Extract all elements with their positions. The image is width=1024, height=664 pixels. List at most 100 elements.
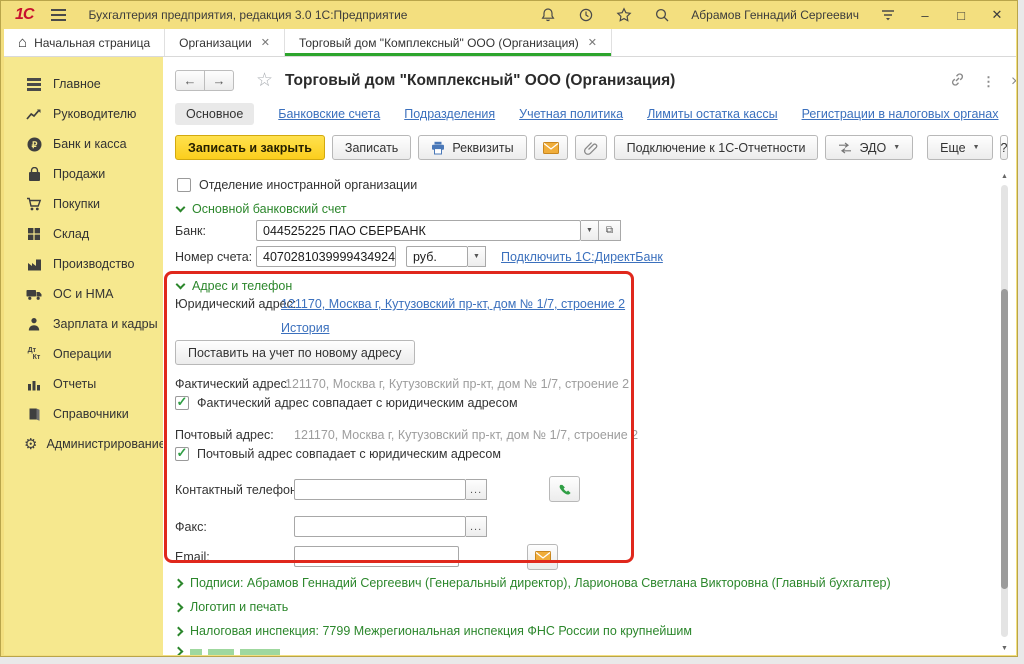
fax-input[interactable] — [294, 516, 466, 537]
send-email-row-button[interactable] — [527, 544, 558, 570]
maximize-button[interactable]: □ — [953, 8, 969, 23]
edo-button[interactable]: ЭДО ▼ — [825, 135, 913, 160]
address-section-header[interactable]: Адрес и телефон — [177, 279, 292, 293]
sidebar-item-purchases[interactable]: Покупки — [4, 189, 163, 219]
sidebar-item-fixed-assets[interactable]: ОС и НМА — [4, 279, 163, 309]
history-icon[interactable] — [577, 6, 595, 24]
factory-icon — [24, 258, 44, 271]
bank-input[interactable]: 044525225 ПАО СБЕРБАНК — [256, 220, 581, 241]
call-phone-button[interactable] — [549, 476, 580, 502]
nav-link-accounting-policy[interactable]: Учетная политика — [519, 107, 623, 121]
bar-chart-icon — [24, 378, 44, 391]
tab-home-label: Начальная страница — [34, 36, 150, 50]
account-number-label: Номер счета: — [175, 250, 252, 264]
help-button[interactable]: ? — [1000, 135, 1009, 160]
back-button[interactable]: ← — [175, 70, 205, 91]
send-email-button[interactable] — [534, 135, 568, 160]
tab-bar: ⌂ Начальная страница Организации ✕ Торго… — [4, 29, 1016, 57]
sidebar-item-sales[interactable]: Продажи — [4, 159, 163, 189]
nav-link-main[interactable]: Основное — [175, 103, 254, 125]
scroll-up-arrow[interactable]: ▲ — [999, 171, 1010, 182]
directbank-link[interactable]: Подключить 1С:ДиректБанк — [501, 250, 663, 264]
sidebar-item-production[interactable]: Производство — [4, 249, 163, 279]
tax-inspection-section-header[interactable]: Налоговая инспекция: 7799 Межрегиональна… — [177, 624, 692, 638]
current-user[interactable]: Абрамов Геннадий Сергеевич — [691, 8, 859, 22]
fax-choose-button[interactable]: ... — [466, 516, 487, 537]
tab-home[interactable]: ⌂ Начальная страница — [4, 29, 165, 56]
legal-address-link[interactable]: 121170, Москва г, Кутузовский пр-кт, дом… — [281, 297, 625, 311]
account-number-input[interactable]: 40702810399994349242 — [256, 246, 396, 267]
favorites-star-icon[interactable] — [615, 6, 633, 24]
connect-1c-reporting-button[interactable]: Подключение к 1С-Отчетности — [614, 135, 819, 160]
sidebar-item-bank-cash[interactable]: ₽ Банк и касса — [4, 129, 163, 159]
phone-label: Контактный телефон: — [175, 483, 300, 497]
favorite-star-icon[interactable]: ☆ — [256, 69, 273, 92]
shopping-cart-icon — [24, 197, 44, 211]
sidebar-item-operations[interactable]: ДтКт Операции — [4, 339, 163, 369]
main-menu-icon[interactable] — [51, 9, 66, 11]
app-title: Бухгалтерия предприятия, редакция 3.0 1С… — [88, 8, 407, 22]
postal-equals-legal-label: Почтовый адрес совпадает с юридическим а… — [197, 447, 501, 461]
sidebar-item-administration[interactable]: ⚙ Администрирование — [4, 429, 163, 459]
more-actions-dots-icon[interactable]: ⋮ — [982, 74, 995, 90]
nav-link-tax-registrations[interactable]: Регистрации в налоговых органах — [802, 107, 999, 121]
svg-text:₽: ₽ — [31, 140, 37, 150]
minimize-button[interactable]: – — [917, 8, 933, 23]
sidebar-item-warehouse[interactable]: Склад — [4, 219, 163, 249]
save-button[interactable]: Записать — [332, 135, 411, 160]
signatures-section-header[interactable]: Подписи: Абрамов Геннадий Сергеевич (Ген… — [177, 576, 891, 590]
sidebar-item-reports[interactable]: Отчеты — [4, 369, 163, 399]
collapsed-section-partial[interactable] — [177, 648, 280, 655]
currency-dropdown-button[interactable]: ▼ — [468, 246, 486, 267]
more-button[interactable]: Еще ▼ — [927, 135, 992, 160]
save-and-close-button[interactable]: Записать и закрыть — [175, 135, 325, 160]
history-link[interactable]: История — [281, 321, 329, 335]
trend-chart-icon — [24, 108, 44, 121]
forward-button[interactable]: → — [204, 70, 234, 91]
nav-link-departments[interactable]: Подразделения — [404, 107, 495, 121]
phone-choose-button[interactable]: ... — [466, 479, 487, 500]
bank-dropdown-button[interactable]: ▼ — [581, 220, 599, 241]
chevron-down-icon — [176, 203, 186, 213]
bank-open-button[interactable]: ⧉ — [599, 220, 621, 241]
tab-organizations-label: Организации — [179, 36, 252, 50]
tab-organizations[interactable]: Организации ✕ — [165, 29, 285, 56]
get-link-icon[interactable] — [949, 71, 966, 93]
attachments-button[interactable] — [575, 135, 607, 160]
sidebar: Главное Руководителю ₽ Банк и касса Прод… — [4, 57, 163, 655]
close-tab-icon[interactable]: ✕ — [261, 36, 270, 49]
bank-section-header[interactable]: Основной банковский счет — [177, 202, 347, 216]
phone-icon — [557, 482, 572, 497]
sidebar-item-directories[interactable]: Справочники — [4, 399, 163, 429]
search-icon[interactable] — [653, 6, 671, 24]
sidebar-item-manager[interactable]: Руководителю — [4, 99, 163, 129]
phone-input[interactable] — [294, 479, 466, 500]
scrollbar-thumb[interactable] — [1001, 289, 1008, 589]
nav-link-bank-accounts[interactable]: Банковские счета — [278, 107, 380, 121]
register-new-address-button[interactable]: Поставить на учет по новому адресу — [175, 340, 415, 365]
close-window-button[interactable]: ✕ — [989, 7, 1005, 23]
currency-select[interactable]: руб. — [406, 246, 468, 267]
chevron-right-icon — [174, 578, 184, 588]
logo-stamp-section-header[interactable]: Логотип и печать — [177, 600, 288, 614]
chevron-right-icon — [174, 602, 184, 612]
sidebar-item-main[interactable]: Главное — [4, 69, 163, 99]
tab-organization-card[interactable]: Торговый дом "Комплексный" ООО (Организа… — [285, 29, 612, 56]
sidebar-item-payroll-hr[interactable]: Зарплата и кадры — [4, 309, 163, 339]
notifications-bell-icon[interactable] — [539, 6, 557, 24]
close-tab-icon[interactable]: ✕ — [588, 36, 597, 49]
person-icon — [24, 317, 44, 331]
service-menu-icon[interactable] — [879, 6, 897, 24]
postal-equals-legal-checkbox[interactable]: ✓ — [175, 447, 189, 461]
scroll-down-arrow[interactable]: ▼ — [999, 643, 1010, 654]
shopping-bag-icon — [24, 167, 44, 182]
close-form-icon[interactable]: × — [1011, 73, 1016, 91]
book-icon — [24, 407, 44, 421]
email-input[interactable] — [294, 546, 459, 567]
nav-link-cash-limits[interactable]: Лимиты остатка кассы — [647, 107, 777, 121]
truck-icon — [24, 288, 44, 301]
foreign-org-checkbox[interactable] — [177, 178, 191, 192]
checkmark-icon: ✓ — [177, 448, 188, 458]
requisites-button[interactable]: Реквизиты — [418, 135, 526, 160]
actual-equals-legal-checkbox[interactable]: ✓ — [175, 396, 189, 410]
